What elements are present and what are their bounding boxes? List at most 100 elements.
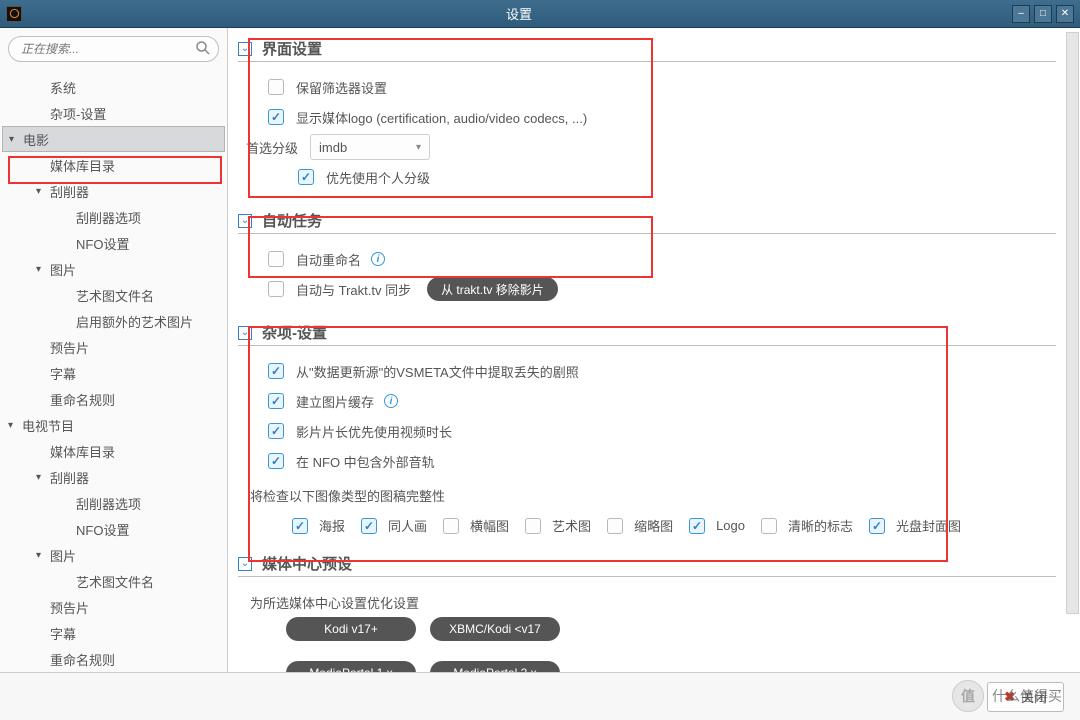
section-title: 自动任务 — [262, 210, 322, 231]
footer: ✖ 关闭 — [0, 672, 1080, 720]
artwork-type-checkbox[interactable] — [361, 518, 377, 534]
runtime-label: 影片片长优先使用视频时长 — [296, 422, 452, 441]
artwork-type-option[interactable]: 缩略图 — [607, 516, 673, 535]
imgcache-label: 建立图片缓存 — [296, 392, 374, 411]
preset-button[interactable]: XBMC/Kodi <v17 — [430, 617, 560, 641]
preset-button[interactable]: MediaPortal 2.x — [430, 661, 560, 672]
sidebar-item[interactable]: 预告片 — [0, 334, 227, 360]
artwork-type-option[interactable]: 艺术图 — [525, 516, 591, 535]
settings-tree: 系统杂项-设置电影媒体库目录刮削器刮削器选项NFO设置图片艺术图文件名启用额外的… — [0, 74, 227, 672]
sidebar-item[interactable]: 字幕 — [0, 620, 227, 646]
artwork-type-checkbox[interactable] — [443, 518, 459, 534]
artwork-type-label: Logo — [716, 518, 745, 533]
sidebar-item[interactable]: 刮削器 — [0, 178, 227, 204]
search-icon — [195, 40, 211, 59]
sidebar-item[interactable]: 媒体库目录 — [0, 438, 227, 464]
auto-rename-label: 自动重命名 — [296, 250, 361, 269]
sidebar-item[interactable]: 媒体库目录 — [0, 152, 227, 178]
nfoaudio-label: 在 NFO 中包含外部音轨 — [296, 452, 435, 471]
sidebar-item[interactable]: 杂项-设置 — [0, 100, 227, 126]
close-button-label: 关闭 — [1021, 687, 1047, 706]
settings-content: ⌄ 界面设置 保留筛选器设置 显示媒体logo (certification, … — [228, 28, 1080, 672]
nfoaudio-checkbox[interactable] — [268, 453, 284, 469]
chevron-down-icon: ▾ — [416, 142, 421, 153]
show-logo-label: 显示媒体logo (certification, audio/video cod… — [296, 108, 587, 127]
artwork-type-checkbox[interactable] — [607, 518, 623, 534]
artwork-type-label: 缩略图 — [634, 516, 673, 535]
artwork-type-label: 海报 — [319, 516, 345, 535]
sidebar-item[interactable]: 启用额外的艺术图片 — [0, 308, 227, 334]
section-toggle[interactable]: ⌄ — [238, 42, 252, 56]
section-title: 媒体中心预设 — [262, 553, 352, 574]
artwork-type-checkbox[interactable] — [525, 518, 541, 534]
section-ui: ⌄ 界面设置 保留筛选器设置 显示媒体logo (certification, … — [238, 38, 1056, 192]
artwork-type-checkbox[interactable] — [761, 518, 777, 534]
keep-filter-checkbox[interactable] — [268, 79, 284, 95]
prefer-personal-rating-label: 优先使用个人分级 — [326, 168, 430, 187]
sidebar-item[interactable]: 电视节目 — [0, 412, 227, 438]
presets-subtitle: 为所选媒体中心设置优化设置 — [250, 593, 419, 612]
sidebar-item[interactable]: 刮削器 — [0, 464, 227, 490]
close-window-button[interactable]: ✕ — [1056, 5, 1074, 23]
section-title: 界面设置 — [262, 38, 322, 59]
section-title: 杂项-设置 — [262, 322, 327, 343]
rating-label: 首选分级 — [246, 138, 298, 157]
titlebar: 设置 – □ ✕ — [0, 0, 1080, 28]
sidebar-item[interactable]: 字幕 — [0, 360, 227, 386]
artwork-type-option[interactable]: 同人画 — [361, 516, 427, 535]
artwork-type-checkbox[interactable] — [869, 518, 885, 534]
artwork-type-label: 横幅图 — [470, 516, 509, 535]
vsmeta-checkbox[interactable] — [268, 363, 284, 379]
prefer-personal-rating-checkbox[interactable] — [298, 169, 314, 185]
sidebar-item[interactable]: 重命名规则 — [0, 646, 227, 672]
show-logo-checkbox[interactable] — [268, 109, 284, 125]
preset-button[interactable]: MediaPortal 1.x — [286, 661, 416, 672]
artcheck-label: 将检查以下图像类型的图稿完整性 — [250, 486, 445, 505]
runtime-checkbox[interactable] — [268, 423, 284, 439]
section-toggle[interactable]: ⌄ — [238, 557, 252, 571]
auto-trakt-checkbox[interactable] — [268, 281, 284, 297]
artwork-type-checkbox[interactable] — [689, 518, 705, 534]
close-icon: ✖ — [1004, 689, 1015, 705]
sidebar-item[interactable]: 电影 — [2, 126, 225, 152]
sidebar-item[interactable]: 预告片 — [0, 594, 227, 620]
rating-value: imdb — [319, 140, 347, 155]
sidebar-item[interactable]: 系统 — [0, 74, 227, 100]
window-title: 设置 — [30, 4, 1008, 23]
sidebar: 系统杂项-设置电影媒体库目录刮削器刮削器选项NFO设置图片艺术图文件名启用额外的… — [0, 28, 228, 672]
rating-select[interactable]: imdb ▾ — [310, 134, 430, 160]
sidebar-item[interactable]: 刮削器选项 — [0, 204, 227, 230]
trakt-remove-button[interactable]: 从 trakt.tv 移除影片 — [427, 277, 558, 301]
sidebar-item[interactable]: NFO设置 — [0, 230, 227, 256]
app-icon — [6, 6, 22, 22]
close-button[interactable]: ✖ 关闭 — [987, 682, 1064, 712]
preset-button[interactable]: Kodi v17+ — [286, 617, 416, 641]
minimize-button[interactable]: – — [1012, 5, 1030, 23]
sidebar-item[interactable]: 刮削器选项 — [0, 490, 227, 516]
sidebar-item[interactable]: 重命名规则 — [0, 386, 227, 412]
sidebar-item[interactable]: NFO设置 — [0, 516, 227, 542]
auto-rename-checkbox[interactable] — [268, 251, 284, 267]
artwork-type-option[interactable]: Logo — [689, 516, 745, 535]
info-icon[interactable]: i — [371, 252, 385, 266]
artwork-type-option[interactable]: 清晰的标志 — [761, 516, 853, 535]
section-toggle[interactable]: ⌄ — [238, 214, 252, 228]
sidebar-item[interactable]: 艺术图文件名 — [0, 282, 227, 308]
section-misc: ⌄ 杂项-设置 从"数据更新源"的VSMETA文件中提取丢失的剧照 建立图片缓存… — [238, 322, 1056, 535]
artwork-type-option[interactable]: 横幅图 — [443, 516, 509, 535]
search-input[interactable] — [8, 36, 219, 62]
artwork-type-checkbox[interactable] — [292, 518, 308, 534]
auto-trakt-label: 自动与 Trakt.tv 同步 — [296, 280, 411, 299]
imgcache-checkbox[interactable] — [268, 393, 284, 409]
sidebar-item[interactable]: 艺术图文件名 — [0, 568, 227, 594]
artwork-type-option[interactable]: 海报 — [292, 516, 345, 535]
section-toggle[interactable]: ⌄ — [238, 326, 252, 340]
preset-buttons-row: Kodi v17+ XBMC/Kodi <v17 MediaPortal 1.x Me… — [238, 617, 1056, 672]
info-icon[interactable]: i — [384, 394, 398, 408]
section-auto: ⌄ 自动任务 自动重命名 i 自动与 Trakt.tv 同步 从 trakt.t… — [238, 210, 1056, 304]
sidebar-item[interactable]: 图片 — [0, 256, 227, 282]
sidebar-item[interactable]: 图片 — [0, 542, 227, 568]
artwork-type-label: 光盘封面图 — [896, 516, 961, 535]
maximize-button[interactable]: □ — [1034, 5, 1052, 23]
artwork-type-option[interactable]: 光盘封面图 — [869, 516, 961, 535]
